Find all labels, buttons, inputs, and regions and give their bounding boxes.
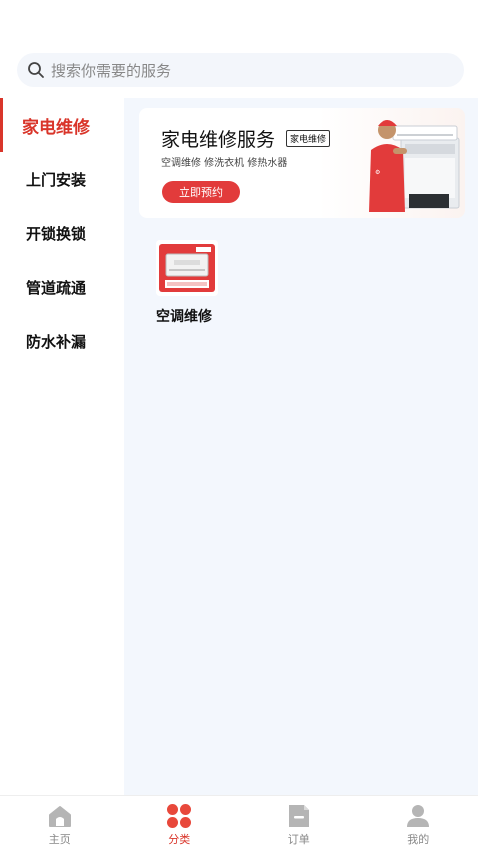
tab-label: 分类 <box>168 833 191 846</box>
banner-subtitle: 空调维修 修洗衣机 修热水器 <box>161 158 288 169</box>
sidebar-item-pipe-dredging[interactable]: 管道疏通 <box>0 260 124 314</box>
tab-label: 订单 <box>287 833 310 846</box>
order-icon <box>288 805 309 827</box>
sidebar-item-label: 管道疏通 <box>26 278 87 297</box>
bottom-tab-bar: 主页 分类 订单 我的 <box>0 795 478 850</box>
tab-category[interactable]: 分类 <box>120 796 240 850</box>
banner-title: 家电维修服务 <box>161 129 276 151</box>
category-sidebar: 家电维修 上门安装 开锁换锁 管道疏通 防水补漏 <box>0 98 124 795</box>
home-icon <box>48 806 71 827</box>
search-bar[interactable]: 搜索你需要的服务 <box>17 53 464 87</box>
service-label: 空调维修 <box>156 309 212 325</box>
tab-label: 主页 <box>48 833 71 846</box>
service-item-ac-repair[interactable]: 空调维修 <box>156 240 222 326</box>
book-now-button[interactable]: 立即预约 <box>162 181 240 203</box>
sidebar-item-installation[interactable]: 上门安装 <box>0 152 124 206</box>
sidebar-item-label: 上门安装 <box>26 170 87 189</box>
promo-banner[interactable]: 家电维修服务 家电维修 空调维修 修洗衣机 修热水器 立即预约 ⚙ <box>139 108 465 218</box>
tab-profile[interactable]: 我的 <box>359 796 478 850</box>
air-conditioner-icon <box>156 240 218 296</box>
ac-repair-thumbnail <box>156 240 218 296</box>
search-icon <box>28 62 44 78</box>
active-indicator <box>0 98 3 152</box>
tab-orders[interactable]: 订单 <box>239 796 359 850</box>
sidebar-item-label: 防水补漏 <box>26 332 87 351</box>
sidebar-item-label: 家电维修 <box>22 117 90 138</box>
svg-text:⚙: ⚙ <box>375 169 380 176</box>
category-icon <box>167 804 192 828</box>
search-placeholder: 搜索你需要的服务 <box>51 61 172 80</box>
sidebar-item-locksmith[interactable]: 开锁换锁 <box>0 206 124 260</box>
category-content: 家电维修服务 家电维修 空调维修 修洗衣机 修热水器 立即预约 ⚙ 空调维修 <box>124 98 478 795</box>
tab-label: 我的 <box>407 833 430 846</box>
sidebar-item-label: 开锁换锁 <box>26 224 87 243</box>
sidebar-item-waterproofing[interactable]: 防水补漏 <box>0 314 124 368</box>
sidebar-item-appliance-repair[interactable]: 家电维修 <box>0 98 124 152</box>
technician-illustration: ⚙ <box>369 120 460 212</box>
tab-home[interactable]: 主页 <box>0 796 120 850</box>
profile-icon <box>407 805 430 827</box>
banner-tag: 家电维修 <box>286 130 331 147</box>
